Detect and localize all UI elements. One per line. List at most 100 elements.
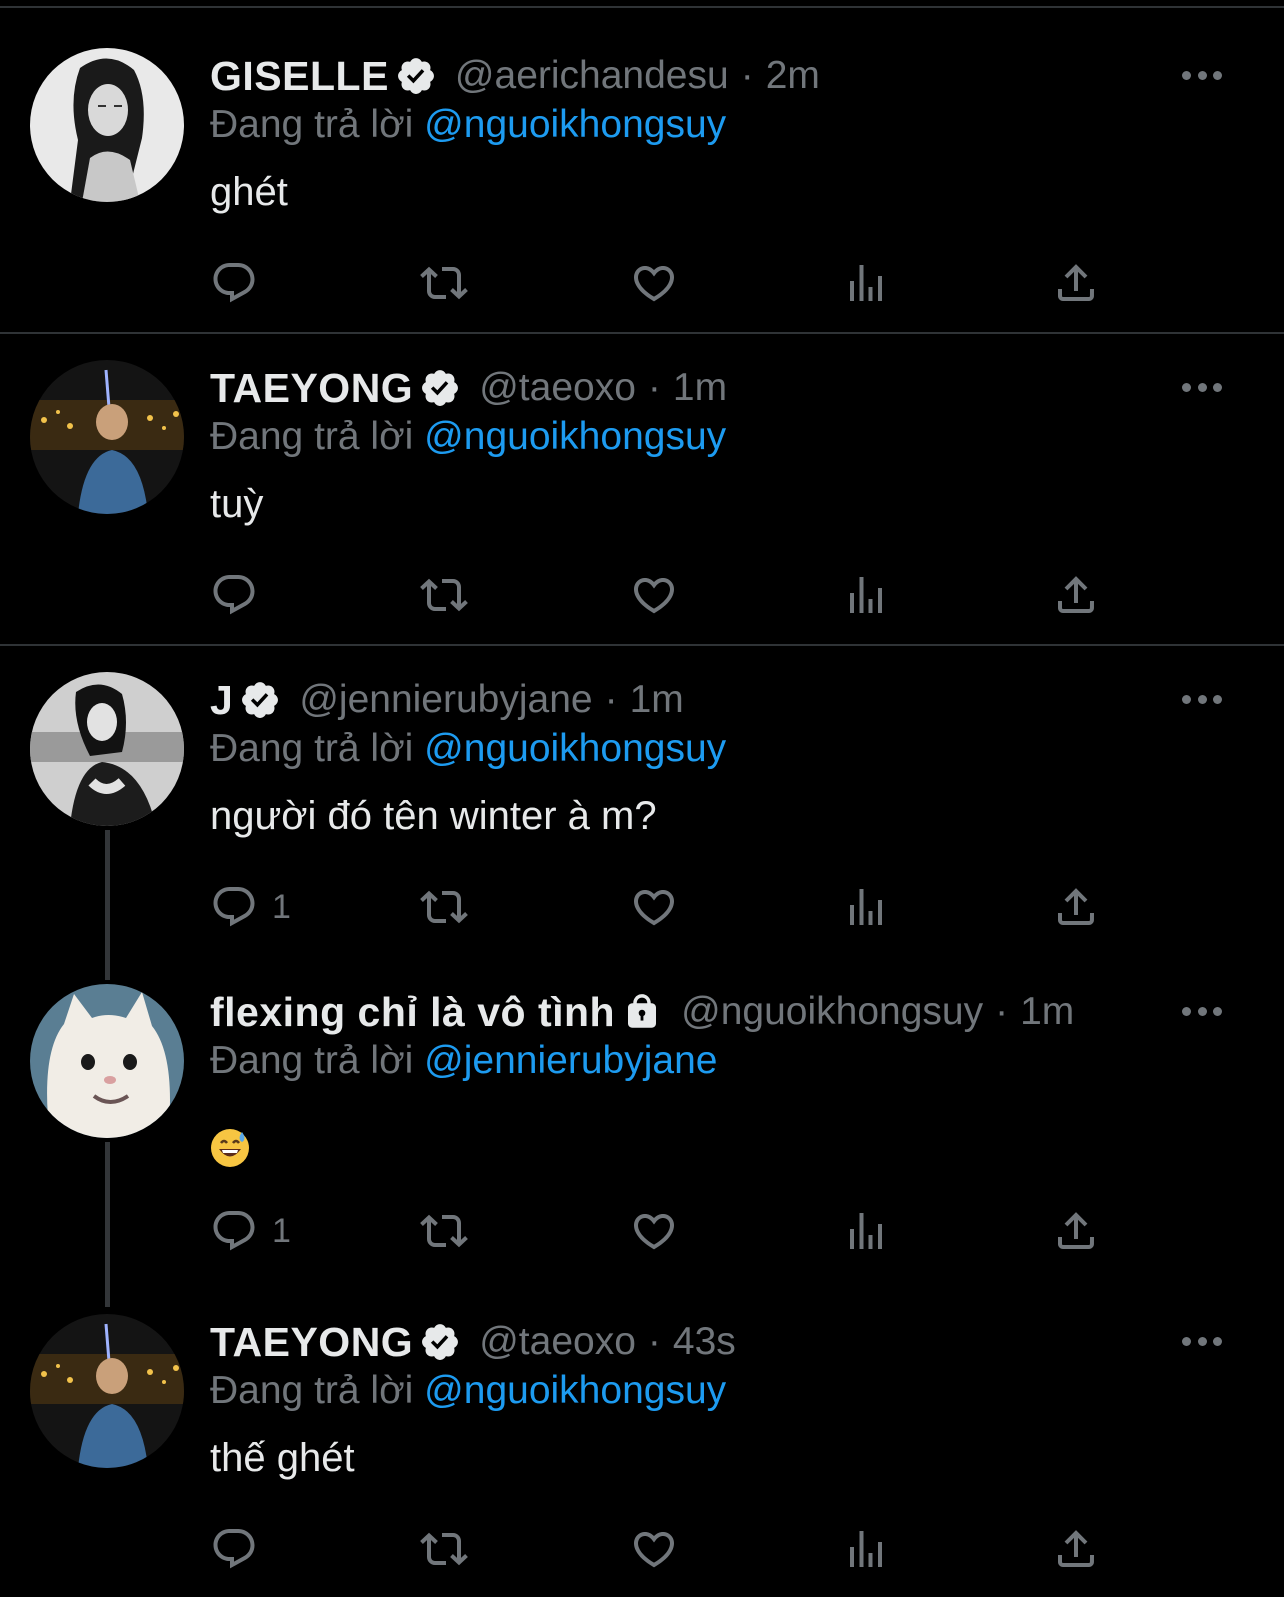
like-icon [630,259,678,307]
verified-badge-icon [239,679,281,721]
reply-count: 1 [272,1211,291,1250]
share-button[interactable] [1052,1524,1100,1574]
action-bar [210,570,1110,620]
more-icon[interactable] [1182,1331,1222,1351]
tweet-text: ghét [210,170,288,214]
tweet-header: TAEYONG @taeoxo · 43s [210,1316,736,1368]
reply-count: 1 [272,887,291,926]
retweet-icon [420,1525,468,1573]
avatar-cat[interactable] [30,984,184,1138]
replying-to-label: Đang trả lời [210,727,414,770]
reply-icon [210,259,258,307]
reply-button[interactable] [210,570,258,620]
retweet-icon [420,571,468,619]
like-button[interactable] [630,1206,678,1256]
views-icon [842,571,890,619]
top-divider [0,6,1284,8]
more-icon[interactable] [1182,689,1222,709]
display-name[interactable]: J [210,677,233,724]
share-icon [1052,571,1100,619]
mention-link[interactable]: @nguoikhongsuy [424,727,726,770]
verified-badge-icon [395,55,437,97]
share-button[interactable] [1052,570,1100,620]
display-name[interactable]: GISELLE [210,53,389,100]
separator: · [647,1320,661,1363]
timestamp[interactable]: 1m [1020,990,1074,1034]
like-icon [630,571,678,619]
share-button[interactable] [1052,258,1100,308]
more-icon[interactable] [1182,1001,1222,1021]
reply-icon [210,883,258,931]
mention-link[interactable]: @nguoikhongsuy [424,1369,726,1412]
handle[interactable]: @aerichandesu [455,54,729,98]
action-bar [210,1524,1110,1574]
timestamp[interactable]: 2m [766,54,820,98]
reply-button[interactable]: 1 [210,1206,291,1256]
like-button[interactable] [630,882,678,932]
thread-connector [105,1142,110,1307]
retweet-button[interactable] [420,882,468,932]
display-name[interactable]: TAEYONG [210,365,413,412]
views-button[interactable] [842,1524,890,1574]
replying-to: Đang trả lời @nguoikhongsuy [210,1369,726,1413]
avatar-taeyong[interactable] [30,1314,184,1468]
views-button[interactable] [842,570,890,620]
like-button[interactable] [630,1524,678,1574]
mention-link[interactable]: @nguoikhongsuy [424,103,726,146]
timestamp[interactable]: 43s [673,1320,736,1364]
like-icon [630,1525,678,1573]
handle[interactable]: @jennierubyjane [299,678,592,722]
replying-to-label: Đang trả lời [210,1039,414,1082]
like-button[interactable] [630,258,678,308]
reply-icon [210,1525,258,1573]
retweet-icon [420,259,468,307]
avatar-j[interactable] [30,672,184,826]
replying-to: Đang trả lời @nguoikhongsuy [210,415,726,459]
tweet-text: thế ghét [210,1436,355,1480]
more-icon[interactable] [1182,65,1222,85]
views-button[interactable] [842,1206,890,1256]
share-button[interactable] [1052,882,1100,932]
thread-connector [105,830,110,980]
mention-link[interactable]: @jennierubyjane [424,1039,717,1082]
retweet-button[interactable] [420,1206,468,1256]
share-icon [1052,883,1100,931]
views-icon [842,259,890,307]
action-bar [210,258,1110,308]
more-icon[interactable] [1182,377,1222,397]
timestamp[interactable]: 1m [673,366,727,410]
lock-icon [621,991,663,1033]
mention-link[interactable]: @nguoikhongsuy [424,415,726,458]
display-name[interactable]: TAEYONG [210,1319,413,1366]
share-button[interactable] [1052,1206,1100,1256]
separator: · [647,366,661,409]
avatar-taeyong[interactable] [30,360,184,514]
replying-to: Đang trả lời @nguoikhongsuy [210,103,726,147]
retweet-button[interactable] [420,570,468,620]
reply-button[interactable]: 1 [210,882,291,932]
replying-to: Đang trả lời @jennierubyjane [210,1039,717,1083]
tweet-header: GISELLE @aerichandesu · 2m [210,50,820,102]
replying-to-label: Đang trả lời [210,415,414,458]
reply-button[interactable] [210,1524,258,1574]
views-button[interactable] [842,258,890,308]
retweet-icon [420,1207,468,1255]
reply-button[interactable] [210,258,258,308]
separator: · [995,990,1009,1033]
views-button[interactable] [842,882,890,932]
handle[interactable]: @taeoxo [479,1320,636,1364]
like-button[interactable] [630,570,678,620]
timestamp[interactable]: 1m [630,678,684,722]
handle[interactable]: @nguoikhongsuy [681,990,983,1034]
tweet-text: tuỳ [210,482,264,526]
handle[interactable]: @taeoxo [479,366,636,410]
retweet-button[interactable] [420,258,468,308]
share-icon [1052,1525,1100,1573]
avatar-giselle[interactable] [30,48,184,202]
like-icon [630,883,678,931]
grinning-face-with-sweat-icon [211,1129,249,1167]
display-name[interactable]: flexing chỉ là vô tình [210,989,615,1036]
action-bar: 1 [210,882,1110,932]
retweet-button[interactable] [420,1524,468,1574]
replying-to-label: Đang trả lời [210,103,414,146]
